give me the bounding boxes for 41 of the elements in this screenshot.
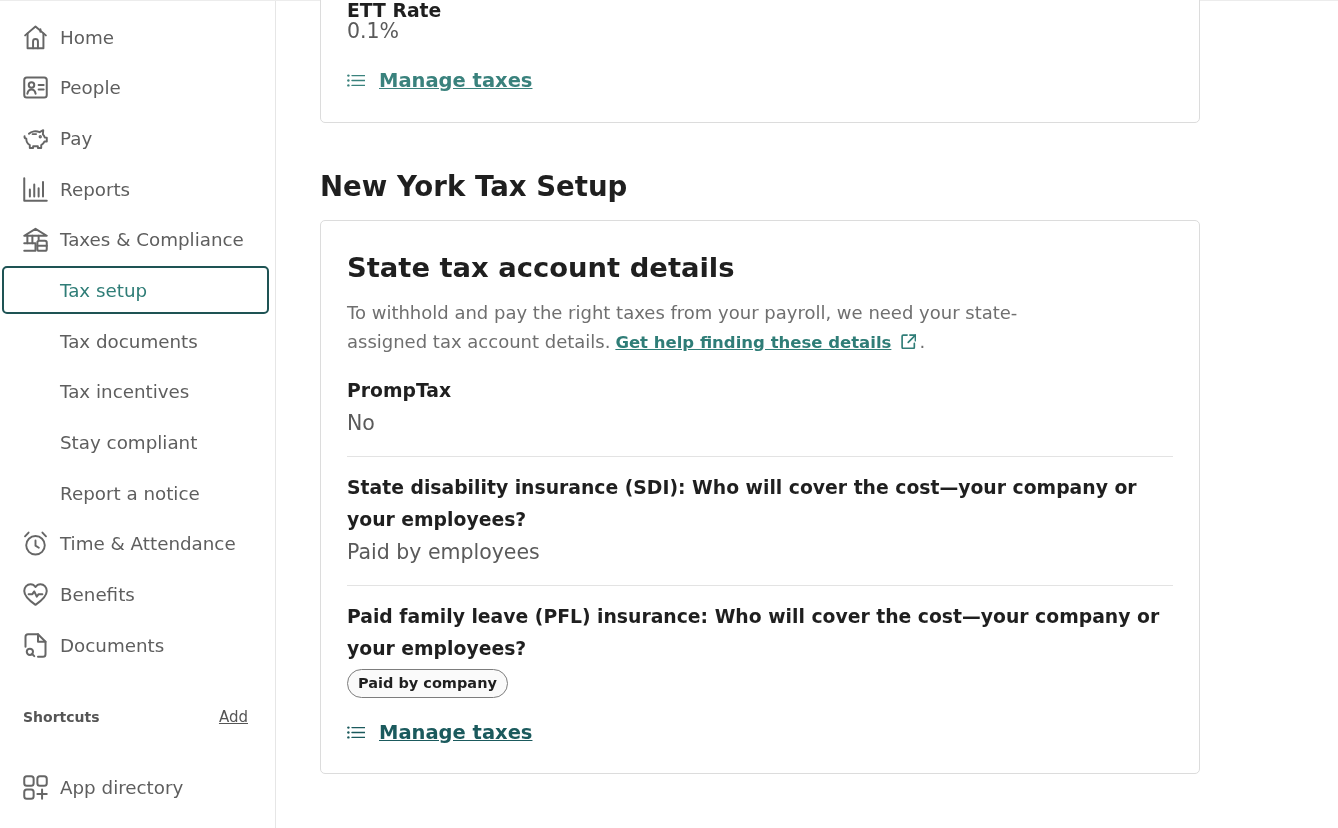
app-grid-icon bbox=[23, 774, 48, 800]
nav-subitem[interactable]: Report a notice bbox=[2, 469, 269, 518]
add-link[interactable]: Add bbox=[218, 708, 248, 727]
id-card-icon bbox=[23, 75, 48, 101]
nav-item[interactable]: People bbox=[2, 63, 269, 112]
field-value: Paid by employees bbox=[347, 539, 541, 566]
document-icon bbox=[23, 632, 48, 658]
field-label: State disability insurance (SDI): Who will cover the cost—your company or your employees? bbox=[347, 476, 1138, 532]
field-label: ETT Rate bbox=[347, 1, 443, 21]
home-icon bbox=[23, 24, 48, 50]
nav-item[interactable]: Documents bbox=[2, 621, 269, 670]
field-label: PrompTax bbox=[347, 379, 453, 403]
manage-taxes-link[interactable]: Manage taxes bbox=[347, 66, 533, 94]
card-title: State tax account details bbox=[347, 251, 736, 285]
field-value: 0.1% bbox=[347, 21, 401, 41]
nav-subitem[interactable]: Tax setup bbox=[2, 266, 269, 315]
nav-item[interactable]: Reports bbox=[2, 165, 269, 214]
nav-item[interactable]: Home bbox=[2, 13, 269, 61]
list-icon bbox=[347, 725, 365, 739]
nav-item[interactable]: Benefits bbox=[2, 570, 269, 619]
nav-subitem[interactable]: Stay compliant bbox=[2, 418, 269, 467]
nav-item[interactable]: Taxes & Compliance bbox=[2, 215, 269, 264]
manage-taxes-link[interactable]: Manage taxes bbox=[347, 718, 533, 746]
section-heading: New York Tax Setup bbox=[320, 169, 629, 205]
field-value: No bbox=[347, 410, 376, 437]
shortcuts-heading: Shortcuts bbox=[23, 709, 100, 726]
heart-pulse-icon bbox=[23, 582, 48, 608]
bar-chart-icon bbox=[23, 176, 48, 202]
bank-building-icon bbox=[23, 227, 48, 253]
nav-subitem[interactable]: Tax documents bbox=[2, 317, 269, 366]
external-link-icon bbox=[901, 334, 917, 349]
nav-item[interactable]: Pay bbox=[2, 114, 269, 163]
alarm-clock-icon bbox=[23, 531, 48, 557]
nav-item[interactable]: App directory bbox=[2, 763, 269, 812]
list-icon bbox=[347, 73, 365, 87]
nav-item[interactable]: Time & Attendance bbox=[2, 519, 269, 568]
field-label: Paid family leave (PFL) insurance: Who will cover the cost—your company or your employees? bbox=[347, 605, 1161, 661]
value-pill: Paid by company bbox=[347, 669, 508, 698]
nav-subitem[interactable]: Tax incentives bbox=[2, 367, 269, 416]
help-link[interactable]: Get help finding these details bbox=[615, 333, 892, 352]
description-text: To withhold and pay the right taxes from your payroll, we need your state-assigned tax account details. Get help finding these details . bbox=[347, 301, 1019, 354]
